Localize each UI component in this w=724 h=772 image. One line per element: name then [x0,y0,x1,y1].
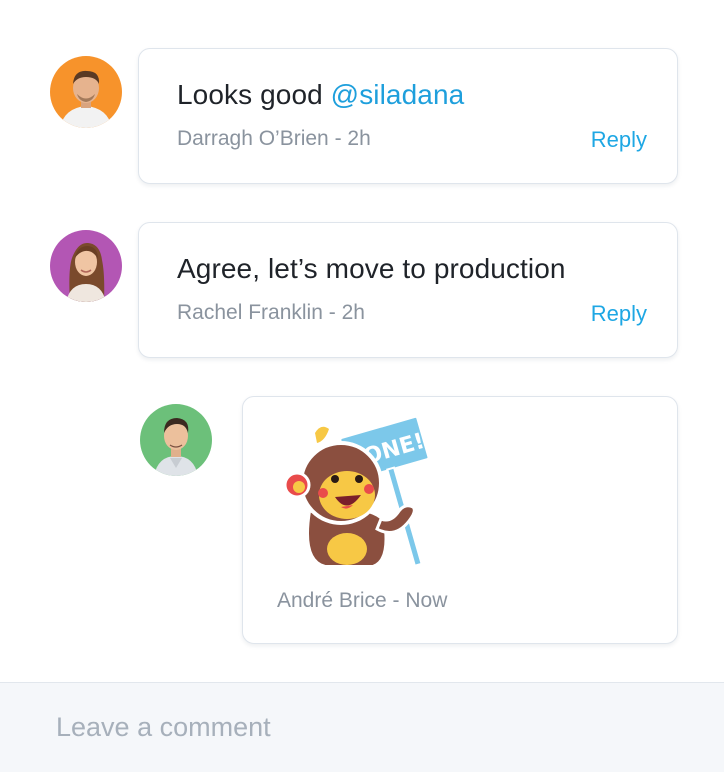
avatar-darragh[interactable] [50,56,122,128]
comment-body: Looks good [177,79,331,110]
avatar-andre[interactable] [140,404,212,476]
mention-link[interactable]: @siladana [331,79,465,110]
meta-separator: - [386,589,406,612]
comment-author: Darragh O’Brien [177,127,329,150]
comment-card-3: DONE! André Brice - Now [242,396,678,644]
avatar-rachel[interactable] [50,230,122,302]
reply-button[interactable]: Reply [591,301,647,327]
comment-meta: Rachel Franklin - 2h [177,301,365,325]
monkey-done-sticker-icon: DONE! [273,411,443,571]
reply-button[interactable]: Reply [591,127,647,153]
comment-time: 2h [341,301,365,324]
comment-bar [0,682,724,772]
comment-thread: Looks good @siladana Darragh O’Brien - 2… [0,0,724,772]
comment-body: Agree, let’s move to production [177,253,566,284]
comment-input[interactable] [56,707,656,747]
comment-card-2: Agree, let’s move to production Rachel F… [138,222,678,358]
meta-separator: - [322,301,342,324]
comment-meta: Darragh O’Brien - 2h [177,127,371,151]
comment-time: Now [405,589,448,612]
comment-card-1: Looks good @siladana Darragh O’Brien - 2… [138,48,678,184]
comment-meta: André Brice - Now [277,589,447,613]
comment-author: Rachel Franklin [177,301,323,324]
comment-text: Looks good @siladana [177,79,464,111]
meta-separator: - [328,127,348,150]
comment-time: 2h [347,127,371,150]
comment-author: André Brice [277,589,387,612]
